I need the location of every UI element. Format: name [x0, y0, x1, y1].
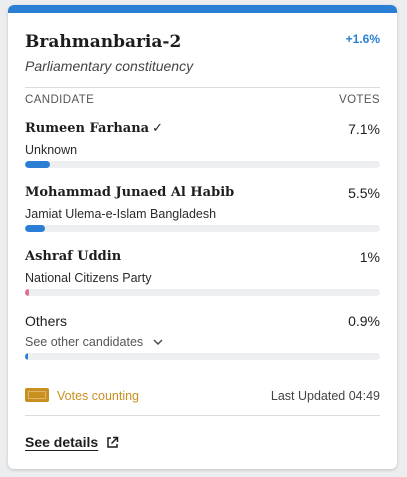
divider [25, 415, 380, 416]
candidate-vote-share: 5.5% [348, 185, 380, 201]
see-details-label[interactable]: See details [25, 434, 98, 450]
column-header-candidate: CANDIDATE [25, 94, 95, 106]
vote-bar-track [25, 353, 380, 360]
candidate-vote-share: 7.1% [348, 121, 380, 137]
candidate-name: Ashraf Uddin [25, 249, 122, 264]
winner-check-icon: ✓ [152, 121, 163, 136]
constituency-title: Brahmanbaria-2 [25, 32, 182, 52]
candidate-row: Ashraf Uddin National Citizens Party 1% [25, 249, 380, 309]
status-square-icon [25, 388, 49, 402]
vote-bar-fill [25, 225, 45, 232]
vote-bar-track [25, 225, 380, 232]
chevron-down-icon[interactable] [152, 336, 164, 348]
others-vote-share: 0.9% [348, 313, 380, 329]
card-accent-bar [8, 5, 397, 13]
candidate-party: National Citizens Party [25, 271, 152, 285]
candidate-party: Unknown [25, 143, 78, 157]
status-label: Votes counting [57, 389, 140, 403]
vote-bar-fill [25, 161, 51, 168]
constituency-type: Parliamentary constituency [25, 58, 194, 74]
divider [25, 87, 380, 88]
vote-bar-track [25, 289, 380, 296]
last-updated: Last Updated 04:49 [270, 389, 380, 403]
column-header-votes: VOTES [339, 94, 380, 106]
external-link-icon[interactable] [106, 436, 119, 449]
others-row: Others See other candidates 0.9% [25, 313, 380, 373]
candidate-row: Mohammad Junaed Al Habib Jamiat Ulema-e-… [25, 185, 380, 245]
see-details-link[interactable]: See details [25, 434, 119, 450]
swing-value: +1.6% [345, 32, 380, 46]
see-other-candidates-label[interactable]: See other candidates [25, 335, 143, 349]
candidate-name: Rumeen Farhana ✓ [25, 121, 163, 136]
candidate-row: Rumeen Farhana ✓ Unknown 7.1% [25, 121, 380, 181]
vote-bar-track [25, 161, 380, 168]
others-label: Others [25, 313, 68, 329]
vote-bar-fill [25, 289, 29, 296]
candidate-name-text: Rumeen Farhana [25, 121, 150, 136]
constituency-card: Brahmanbaria-2 +1.6% Parliamentary const… [8, 5, 397, 469]
candidate-party: Jamiat Ulema-e-Islam Bangladesh [25, 207, 217, 221]
candidate-vote-share: 1% [359, 249, 380, 265]
see-other-candidates-toggle[interactable]: See other candidates [25, 335, 164, 349]
vote-bar-fill [25, 353, 29, 360]
candidate-name: Mohammad Junaed Al Habib [25, 185, 235, 200]
